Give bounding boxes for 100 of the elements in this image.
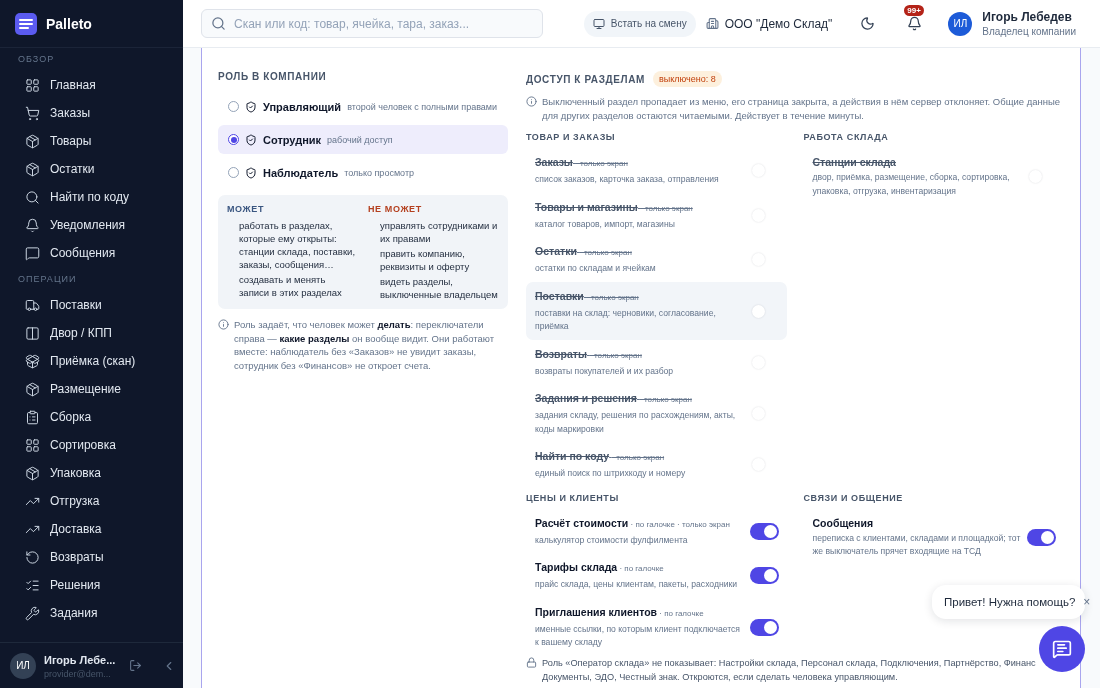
shield-icon [245, 166, 257, 179]
section-name: Задания и решения · только экран [535, 391, 693, 406]
section-description: именные ссылки, по которым клиент подключается к вашему складу [535, 622, 742, 649]
sidebar-item[interactable]: Размещение [0, 375, 183, 403]
section-description: возвраты покупателей и их разбор [535, 364, 675, 378]
sidebar-item[interactable]: Главная [0, 71, 183, 99]
close-button[interactable]: × [1083, 595, 1091, 609]
section-name: Поставки · только экран [535, 288, 640, 304]
section-description: прайс склада, цены клиентам, пакеты, расходники [535, 578, 739, 591]
monitor-icon [592, 17, 605, 30]
group-label: ОБЗОР [17, 53, 56, 66]
info-text: Выключенный раздел пропадает из меню, его страница закрыта, а действия в нём сервер отклоняет. Общие данные для других разделов остаются читаемыми. Действует в течение минуты. [542, 95, 1062, 122]
group-title: СВЯЗИ И ОБЩЕНИЕ [803, 492, 904, 503]
clipboard-icon [25, 409, 40, 425]
sidebar-item[interactable]: Уведомления [0, 211, 183, 239]
sidebar-item[interactable]: Доставка [0, 515, 183, 543]
toggle-switch[interactable] [749, 522, 779, 540]
footnote-text: Роль «Оператор склада» не показывает: Настройки склада, Персонал склада, Подключения, Партнёрство, Финанс [542, 656, 1036, 670]
section-name: Товары и магазины · только экран [535, 199, 694, 215]
user-avatar: ИЛ [948, 11, 973, 36]
section-description: каталог товаров, импорт, магазины [535, 217, 676, 231]
bell-icon [25, 217, 40, 233]
box-icon [25, 133, 40, 149]
sidebar-item[interactable]: Найти по коду [0, 183, 183, 211]
chat-greeting: Привет! Нужна помощь? [944, 596, 1076, 608]
section-name: Станции склада [812, 155, 897, 169]
role-option[interactable]: Сотрудник рабочий доступ [218, 125, 508, 154]
user-email: provider@dem... [44, 668, 111, 679]
wrench-icon [25, 605, 40, 621]
sidebar-item[interactable]: Задания [0, 599, 183, 627]
sidebar-item[interactable]: Сообщения [0, 239, 183, 267]
radio-button[interactable] [228, 167, 239, 178]
user-avatar: ИЛ [10, 652, 36, 679]
chat-icon [1052, 639, 1072, 659]
section-name: Возвраты · только экран [535, 346, 643, 362]
section-name: Заказы · только экран [535, 155, 629, 170]
group-title: РАБОТА СКЛАДА [803, 132, 890, 142]
logo-icon [15, 12, 37, 35]
sidebar-item[interactable]: Возвраты [0, 543, 183, 571]
permission-text: видеть разделы, выключенные владельцем [379, 275, 499, 301]
sidebar-item[interactable]: Заказы [0, 99, 183, 127]
user-role: Владелец компании [982, 26, 1076, 37]
section-name: Найти по коду · только экран [535, 449, 666, 464]
box-icon [25, 465, 40, 481]
sidebar-item[interactable]: Отгрузка [0, 487, 183, 515]
sidebar-item[interactable]: Сборка [0, 403, 183, 431]
info-icon [218, 319, 229, 330]
grid-icon [25, 77, 40, 93]
app-name: Palleto [46, 15, 92, 32]
radio-button[interactable] [228, 101, 239, 112]
sidebar-item[interactable]: Сортировка [0, 431, 183, 459]
grid-icon [25, 437, 40, 453]
footnote-text: Документы, ЭДО, Честный знак. Откроются, если сделать человека управляющим. [542, 670, 899, 684]
bell-icon[interactable] [907, 16, 923, 31]
section-description: список заказов, карточка заказа, отправления [535, 173, 720, 186]
section-description: остатки по складам и ячейкам [535, 262, 657, 275]
section-description: единый поиск по штрихкоду и номеру [535, 467, 687, 480]
box-icon [25, 381, 40, 397]
sidebar-item[interactable]: Поставки [0, 291, 183, 319]
user-name: Игорь Лебедев [982, 10, 1073, 24]
search-icon [25, 189, 40, 205]
role-option[interactable]: Наблюдатель только просмотр [218, 158, 508, 187]
building-icon [705, 17, 719, 30]
section-description: переписка с клиентами, складами и площадкой; тот же выключатель прячет входящие на ТСД [812, 531, 1021, 558]
sidebar-item[interactable]: Товары [0, 127, 183, 155]
search-field[interactable]: Скан или код: товар, ячейка, тара, заказ... [201, 9, 543, 38]
group-label: ОПЕРАЦИИ [17, 273, 78, 286]
notification-badge: 99+ [904, 5, 924, 16]
section-name: Расчёт стоимости · по галочке · только экран [535, 515, 731, 531]
section-title: РОЛЬ В КОМПАНИИ [218, 71, 328, 82]
radio-button[interactable] [228, 134, 239, 145]
toggle-switch[interactable] [749, 567, 779, 585]
info-icon [526, 96, 537, 107]
group-title: ТОВАР И ЗАКАЗЫ [526, 132, 617, 142]
column-title: МОЖЕТ [227, 204, 265, 214]
cart-icon [25, 105, 40, 121]
note-text: Роль задаёт, что человек может делать: переключатели справа — какие разделы он вообще видит. Они работают вместе: наблюдатель без «Заказов» не увидит заказы, сотрудник без «Финансов» не откроет счета. [234, 318, 496, 372]
sidebar-item[interactable]: Остатки [0, 155, 183, 183]
search-icon [211, 16, 226, 31]
toggle-switch[interactable] [1027, 528, 1056, 546]
section-description: калькулятор стоимости фулфилмента [535, 533, 689, 547]
sidebar-item[interactable]: Приёмка (скан) [0, 347, 183, 375]
section-description: двор, приёмка, размещение, сборка, сортировка, упаковка, отгрузка, инвентаризация [812, 171, 1011, 198]
sidebar-item[interactable]: Двор / КПП [0, 319, 183, 347]
company-selector[interactable]: ООО "Демо Склад" [705, 16, 845, 31]
sidebar-item[interactable]: Решения [0, 571, 183, 599]
lock-icon [526, 656, 537, 668]
undo-icon [25, 549, 40, 565]
section-name: Тарифы склада · по галочке [535, 560, 665, 575]
gate-icon [25, 325, 40, 341]
role-option[interactable]: Управляющий второй человек с полными правами [218, 92, 508, 121]
sidebar-item[interactable]: Упаковка [0, 459, 183, 487]
truck-icon [25, 297, 40, 313]
permission-text: работать в разделах, которые ему открыты: станции склада, поставки, заказы, сообщения… [238, 219, 357, 271]
shift-button[interactable]: Встать на смену [583, 10, 696, 37]
box-icon [25, 161, 40, 177]
section-name: Сообщения [812, 515, 875, 530]
section-name: Приглашения клиентов · по галочке [535, 604, 705, 620]
toggle-switch[interactable] [749, 618, 779, 636]
section-description: задания складу, решения по расхождениям, акты, коды маркировки [535, 409, 737, 436]
